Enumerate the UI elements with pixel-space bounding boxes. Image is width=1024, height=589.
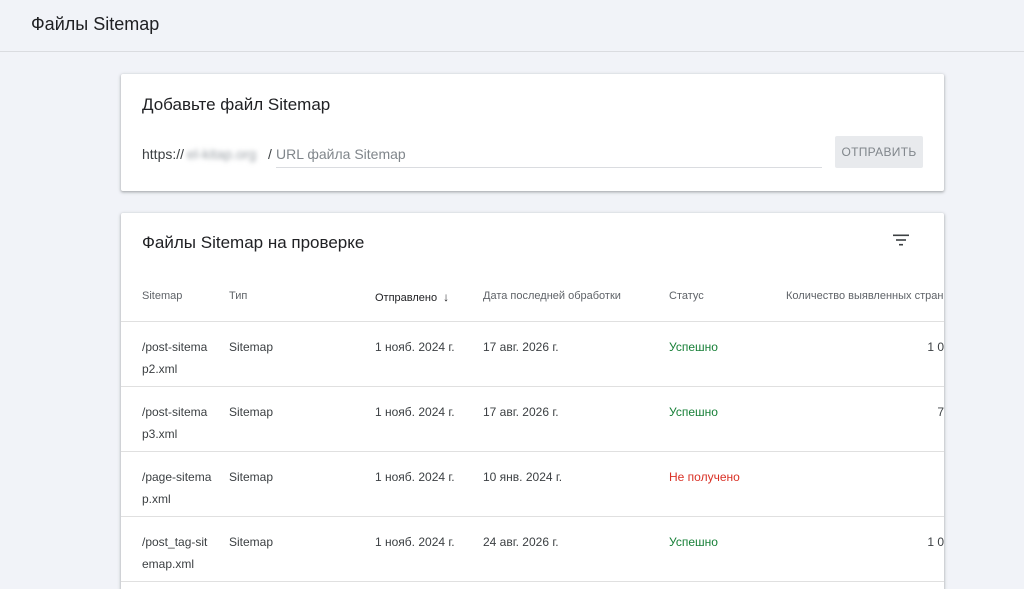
column-discovered[interactable]: Количество выявленных стран [786, 290, 943, 302]
sitemap-last-read: 10 янв. 2024 г. [483, 470, 563, 484]
sitemap-type: Sitemap [229, 470, 274, 484]
submit-button[interactable]: ОТПРАВИТЬ [835, 136, 923, 168]
add-sitemap-title: Добавьте файл Sitemap [142, 95, 331, 114]
submitted-sitemaps-title: Файлы Sitemap на проверке [142, 233, 365, 252]
table-row[interactable]: /post_tag-sitemap.xml Sitemap 1 нояб. 20… [121, 517, 944, 582]
sitemap-path: /post-sitemap2.xml [142, 340, 208, 376]
table-row[interactable]: /post-sitemap2.xml Sitemap 1 нояб. 2024 … [121, 322, 944, 387]
column-submitted[interactable]: Отправлено ↓ [375, 290, 449, 304]
sitemap-status: Успешно [669, 535, 718, 549]
column-type[interactable]: Тип [229, 290, 247, 302]
sitemap-type: Sitemap [229, 340, 274, 354]
sitemap-submitted: 1 нояб. 2024 г. [375, 340, 455, 354]
sitemap-url-input[interactable] [276, 142, 822, 168]
sitemap-discovered-count: 7 [937, 405, 944, 419]
sitemap-type: Sitemap [229, 405, 274, 419]
table-header: Sitemap Тип Отправлено ↓ Дата последней о… [121, 281, 944, 322]
column-status[interactable]: Статус [669, 290, 704, 302]
blurred-domain: el-kitap.org [187, 146, 257, 162]
add-sitemap-card: Добавьте файл Sitemap https:// el-kitap.… [121, 74, 944, 191]
sitemap-last-read: 24 авг. 2026 г. [483, 535, 559, 549]
url-slash: / [268, 146, 272, 162]
sitemap-status: Успешно [669, 340, 718, 354]
sitemap-last-read: 17 авг. 2026 г. [483, 340, 559, 354]
sort-down-icon: ↓ [443, 290, 450, 304]
sitemap-path: /page-sitemap.xml [142, 470, 212, 506]
sitemap-last-read: 17 авг. 2026 г. [483, 405, 559, 419]
sitemap-discovered-count: 1 0 [927, 535, 944, 549]
sitemap-path: /post_tag-sitemap.xml [142, 535, 208, 571]
table-row[interactable]: /post-sitemap3.xml Sitemap 1 нояб. 2024 … [121, 387, 944, 452]
submitted-sitemaps-card: Файлы Sitemap на проверке Sitemap Тип От… [121, 213, 944, 589]
sitemap-status: Успешно [669, 405, 718, 419]
sitemap-type: Sitemap [229, 535, 274, 549]
filter-icon[interactable] [892, 231, 910, 249]
sitemap-status: Не получено [669, 470, 740, 484]
sitemap-discovered-count: 1 0 [927, 340, 944, 354]
page-header: Файлы Sitemap [0, 0, 1024, 52]
sitemap-submitted: 1 нояб. 2024 г. [375, 535, 455, 549]
column-sitemap[interactable]: Sitemap [142, 290, 182, 302]
sitemap-submitted: 1 нояб. 2024 г. [375, 405, 455, 419]
sitemap-submitted: 1 нояб. 2024 г. [375, 470, 455, 484]
column-submitted-label: Отправлено [375, 292, 438, 304]
table-row[interactable]: /page-sitemap.xml Sitemap 1 нояб. 2024 г… [121, 452, 944, 517]
column-last-read[interactable]: Дата последней обработки [483, 290, 621, 302]
url-prefix: https:// [142, 146, 185, 162]
url-row: https:// el-kitap.org / [142, 138, 822, 168]
sitemap-path: /post-sitemap3.xml [142, 405, 208, 441]
page-title: Файлы Sitemap [31, 14, 160, 34]
